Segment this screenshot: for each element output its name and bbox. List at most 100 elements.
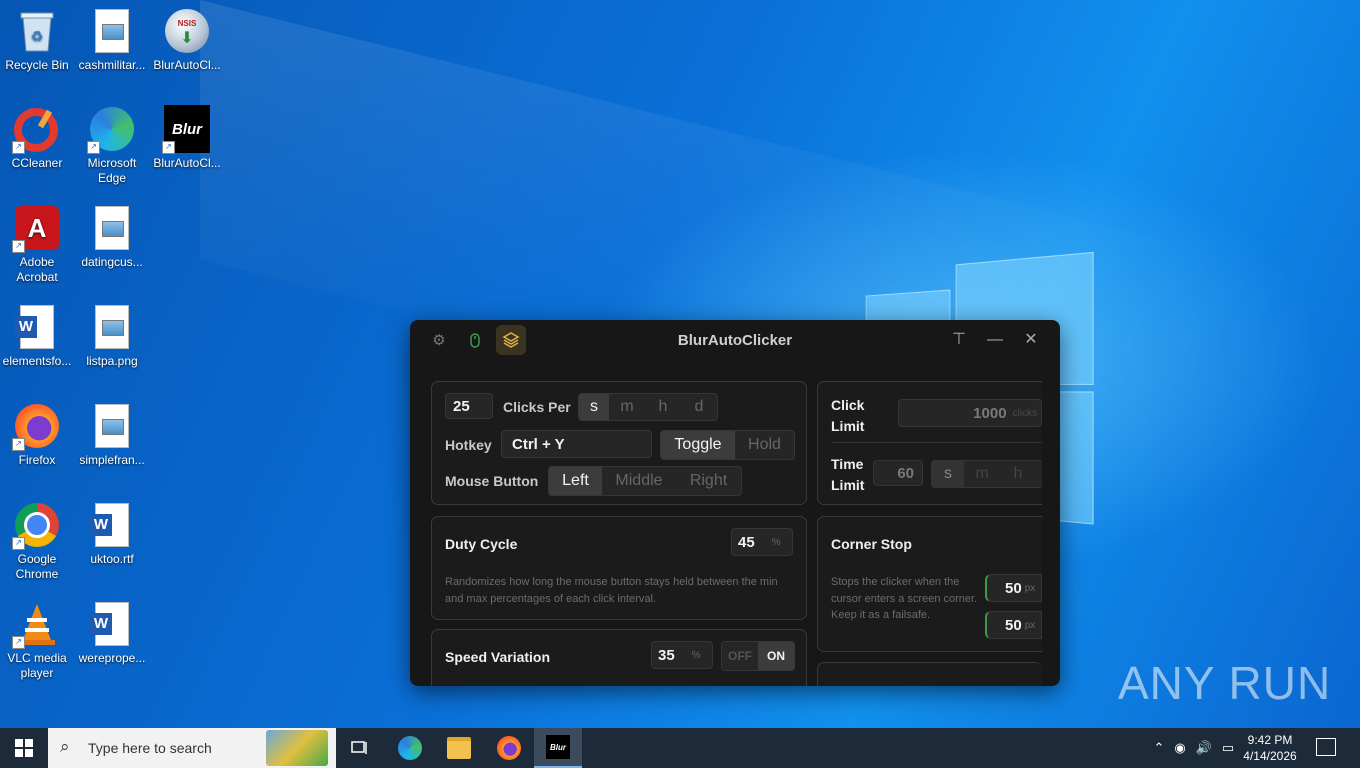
duty-cycle-panel: Duty Cycle 45% Randomizes how long the m…: [431, 516, 807, 620]
clicks-unit-selector[interactable]: s m h d: [578, 393, 718, 421]
taskbar-blurautoclicker[interactable]: Blur: [534, 728, 582, 768]
edge-icon: [398, 736, 422, 760]
taskbar-firefox[interactable]: [485, 728, 533, 768]
desktop-icon-google-chrome[interactable]: ↗ Google Chrome: [0, 502, 74, 582]
desktop-icon-datingcus[interactable]: datingcus...: [75, 205, 149, 270]
hotkey-input[interactable]: Ctrl + Y: [501, 430, 652, 458]
corner-stop-x-input[interactable]: 50 px: [985, 574, 1042, 602]
image-file-icon: [89, 403, 135, 449]
desktop-icon-ccleaner[interactable]: ↗ CCleaner: [0, 106, 74, 171]
vlc-cone-icon: ↗: [12, 601, 60, 649]
desktop-icon-uktoo[interactable]: W uktoo.rtf: [75, 502, 149, 567]
clock[interactable]: 9:42 PM 4/14/2026: [1240, 732, 1300, 764]
speed-variation-label: Speed Variation: [445, 649, 551, 665]
blur-logo-icon: Blur: [546, 735, 570, 759]
firefox-icon: [497, 736, 521, 760]
task-view-button[interactable]: [336, 728, 384, 768]
chrome-icon: ↗: [12, 502, 60, 550]
system-tray: ⌃ ◉ 🔊 ▭: [1150, 728, 1240, 768]
blur-logo-icon: Blur ↗: [162, 105, 210, 154]
word-document-icon: W: [89, 502, 135, 548]
mouse-button-label: Mouse Button: [445, 473, 539, 489]
anyrun-watermark: ANY RUN: [1118, 657, 1332, 709]
webcam-icon[interactable]: ◉: [1168, 740, 1192, 756]
next-settings-panel: [817, 662, 1042, 686]
unit-s[interactable]: s: [579, 394, 609, 420]
limits-panel: Click Limit 1000 clicks Time Limit 60 s m h: [817, 381, 1042, 505]
desktop-icon-cashmilitar[interactable]: cashmilitar...: [75, 8, 149, 73]
folder-icon: [447, 737, 471, 759]
mode-hold[interactable]: Hold: [735, 431, 794, 459]
desktop-icon-elementsfo[interactable]: W elementsfo...: [0, 304, 74, 369]
speed-variation-input[interactable]: 35%: [651, 641, 713, 669]
click-limit-input[interactable]: 1000 clicks: [898, 399, 1042, 427]
speed-variation-toggle[interactable]: OFF ON: [721, 641, 795, 671]
corner-stop-label: Corner Stop: [831, 536, 912, 552]
taskbar-edge[interactable]: [386, 728, 434, 768]
mode-toggle[interactable]: Toggle: [661, 431, 735, 459]
time-unit-m[interactable]: m: [964, 461, 1000, 487]
network-icon[interactable]: ▭: [1216, 740, 1240, 756]
desktop-icon-listpa[interactable]: listpa.png: [75, 304, 149, 369]
corner-stop-panel: Corner Stop Stops the clicker when the c…: [817, 516, 1042, 652]
time-limit-label: Time Limit: [831, 456, 865, 493]
search-box[interactable]: ⌕ Type here to search: [48, 728, 336, 768]
desktop-icon-simplefran[interactable]: simplefran...: [75, 403, 149, 468]
desktop-icon-blurautoclicker[interactable]: Blur ↗ BlurAutoCl...: [150, 105, 224, 171]
time-unit-s[interactable]: s: [932, 461, 964, 487]
image-file-icon: [89, 304, 135, 350]
word-document-icon: W: [89, 601, 135, 647]
word-document-icon: W: [14, 304, 60, 350]
clicks-value-input[interactable]: 25: [445, 393, 493, 419]
unit-m[interactable]: m: [609, 394, 645, 420]
desktop-icon-recycle-bin[interactable]: ♻ Recycle Bin: [0, 8, 74, 73]
taskbar: ⌕ Type here to search Blur ⌃ ◉ 🔊 ▭ 9:42 …: [0, 728, 1360, 768]
desktop-icon-blurautoclicker-installer[interactable]: NSIS ⬇ BlurAutoCl...: [150, 8, 224, 73]
click-settings-panel: 25 Clicks Per s m h d Hotkey Ctrl + Y To…: [431, 381, 807, 505]
unit-h[interactable]: h: [645, 394, 681, 420]
search-highlight-icon: [266, 730, 328, 766]
close-button[interactable]: ✕: [1019, 328, 1043, 352]
windows-start-icon: [15, 739, 33, 757]
hotkey-mode-selector[interactable]: Toggle Hold: [660, 430, 795, 460]
toggle-off[interactable]: OFF: [722, 642, 758, 670]
mouse-button-selector[interactable]: Left Middle Right: [548, 466, 742, 496]
blurautoclicker-window: ⚙ BlurAutoClicker ⊤ — ✕ 25 Clicks Per s …: [410, 320, 1060, 686]
search-icon: ⌕: [60, 737, 70, 756]
adobe-acrobat-icon: A ↗: [12, 205, 60, 253]
chevron-up-icon[interactable]: ⌃: [1150, 740, 1168, 756]
ccleaner-icon: ↗: [12, 106, 60, 154]
corner-stop-description: Stops the clicker when the cursor enters…: [831, 576, 978, 621]
minimize-button[interactable]: —: [983, 328, 1007, 352]
image-file-icon: [89, 205, 135, 251]
desktop-icon-adobe-acrobat[interactable]: A ↗ Adobe Acrobat: [0, 205, 74, 285]
time-unit-h[interactable]: h: [1000, 461, 1036, 487]
desktop-icon-microsoft-edge[interactable]: ↗ Microsoft Edge: [75, 106, 149, 186]
mouse-middle[interactable]: Middle: [602, 467, 676, 495]
start-button[interactable]: [0, 728, 48, 768]
duty-cycle-input[interactable]: 45%: [731, 528, 793, 556]
recycle-bin-icon: ♻: [14, 8, 60, 54]
duty-cycle-description: Randomizes how long the mouse button sta…: [445, 576, 778, 605]
unit-d[interactable]: d: [681, 394, 717, 420]
notification-icon[interactable]: [1316, 738, 1336, 756]
desktop-icon-firefox[interactable]: ↗ Firefox: [0, 403, 74, 468]
title-bar[interactable]: ⚙ BlurAutoClicker ⊤ — ✕: [410, 320, 1060, 360]
time-unit-selector[interactable]: s m h: [931, 460, 1042, 488]
click-limit-label: Click Limit: [831, 397, 865, 434]
pin-icon[interactable]: ⊤: [947, 328, 971, 352]
desktop-icon-werepropе[interactable]: W wereprope...: [75, 601, 149, 666]
taskbar-file-explorer[interactable]: [435, 728, 483, 768]
toggle-on[interactable]: ON: [758, 642, 794, 670]
edge-icon: ↗: [87, 106, 135, 154]
nsis-installer-icon: NSIS ⬇: [164, 8, 210, 54]
mouse-left[interactable]: Left: [549, 467, 602, 495]
duty-cycle-label: Duty Cycle: [445, 536, 518, 552]
svg-text:♻: ♻: [31, 28, 44, 44]
time-limit-input[interactable]: 60: [873, 460, 923, 486]
desktop-icon-vlc[interactable]: ↗ VLC media player: [0, 601, 74, 681]
mouse-right[interactable]: Right: [676, 467, 741, 495]
volume-icon[interactable]: 🔊: [1192, 740, 1216, 756]
corner-stop-y-input[interactable]: 50 px: [985, 611, 1042, 639]
task-view-icon: [351, 741, 367, 754]
